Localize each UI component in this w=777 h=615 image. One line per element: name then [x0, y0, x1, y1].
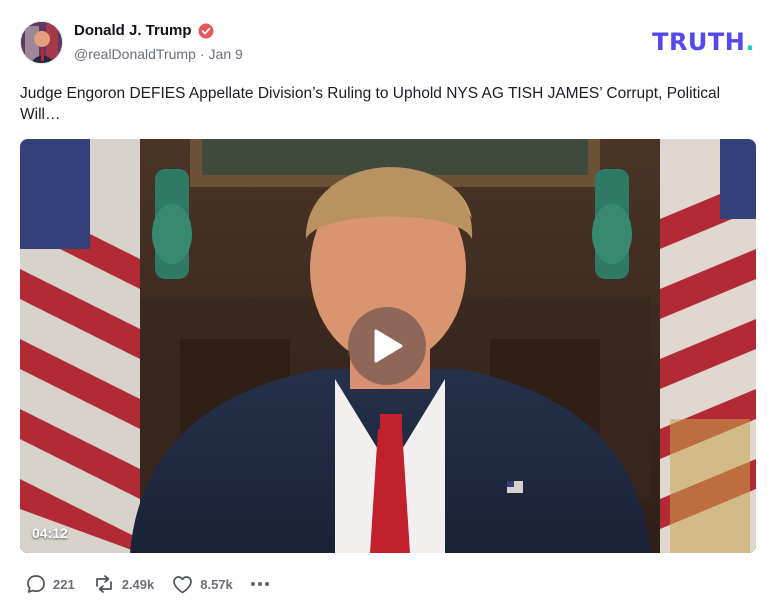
retruth-icon	[95, 575, 112, 593]
more-dots-icon[interactable]	[250, 578, 269, 590]
like-button[interactable]: 8.57k	[172, 575, 233, 594]
author-name-row: Donald J. Trump	[74, 22, 214, 39]
meta-separator: ·	[199, 46, 205, 62]
more-dot	[250, 582, 255, 586]
author-display-name[interactable]: Donald J. Trump	[74, 22, 192, 39]
verified-badge-icon	[198, 23, 214, 39]
truth-logo-text: TRUTH	[652, 28, 746, 56]
more-dot	[264, 582, 269, 586]
heart-icon	[173, 575, 193, 593]
truth-logo[interactable]: TRUTH.	[652, 28, 755, 56]
truth-post: Donald J. Trump @realDonaldTrump · Jan 9…	[0, 0, 777, 615]
retruth-count: 2.49k	[121, 576, 155, 592]
avatar-image	[21, 22, 62, 63]
reply-icon	[27, 575, 45, 593]
author-meta: @realDonaldTrump · Jan 9	[74, 46, 243, 62]
reply-button[interactable]: 221	[26, 574, 75, 594]
play-icon	[374, 329, 403, 363]
author-avatar[interactable]	[20, 21, 63, 64]
post-actions: 221 2.49k 8.57k	[26, 574, 269, 594]
post-text[interactable]: Judge Engoron DEFIES Appellate Division’…	[20, 83, 740, 125]
video-player[interactable]: 04:12	[20, 139, 756, 553]
reply-count: 221	[53, 576, 75, 592]
like-count: 8.57k	[200, 576, 233, 592]
play-button[interactable]	[348, 307, 426, 385]
retruth-button[interactable]: 2.49k	[93, 574, 155, 594]
truth-logo-dot: .	[745, 28, 755, 56]
author-handle[interactable]: @realDonaldTrump	[74, 46, 196, 62]
post-date[interactable]: Jan 9	[209, 46, 243, 62]
more-dot	[257, 582, 262, 586]
video-duration: 04:12	[32, 525, 68, 541]
